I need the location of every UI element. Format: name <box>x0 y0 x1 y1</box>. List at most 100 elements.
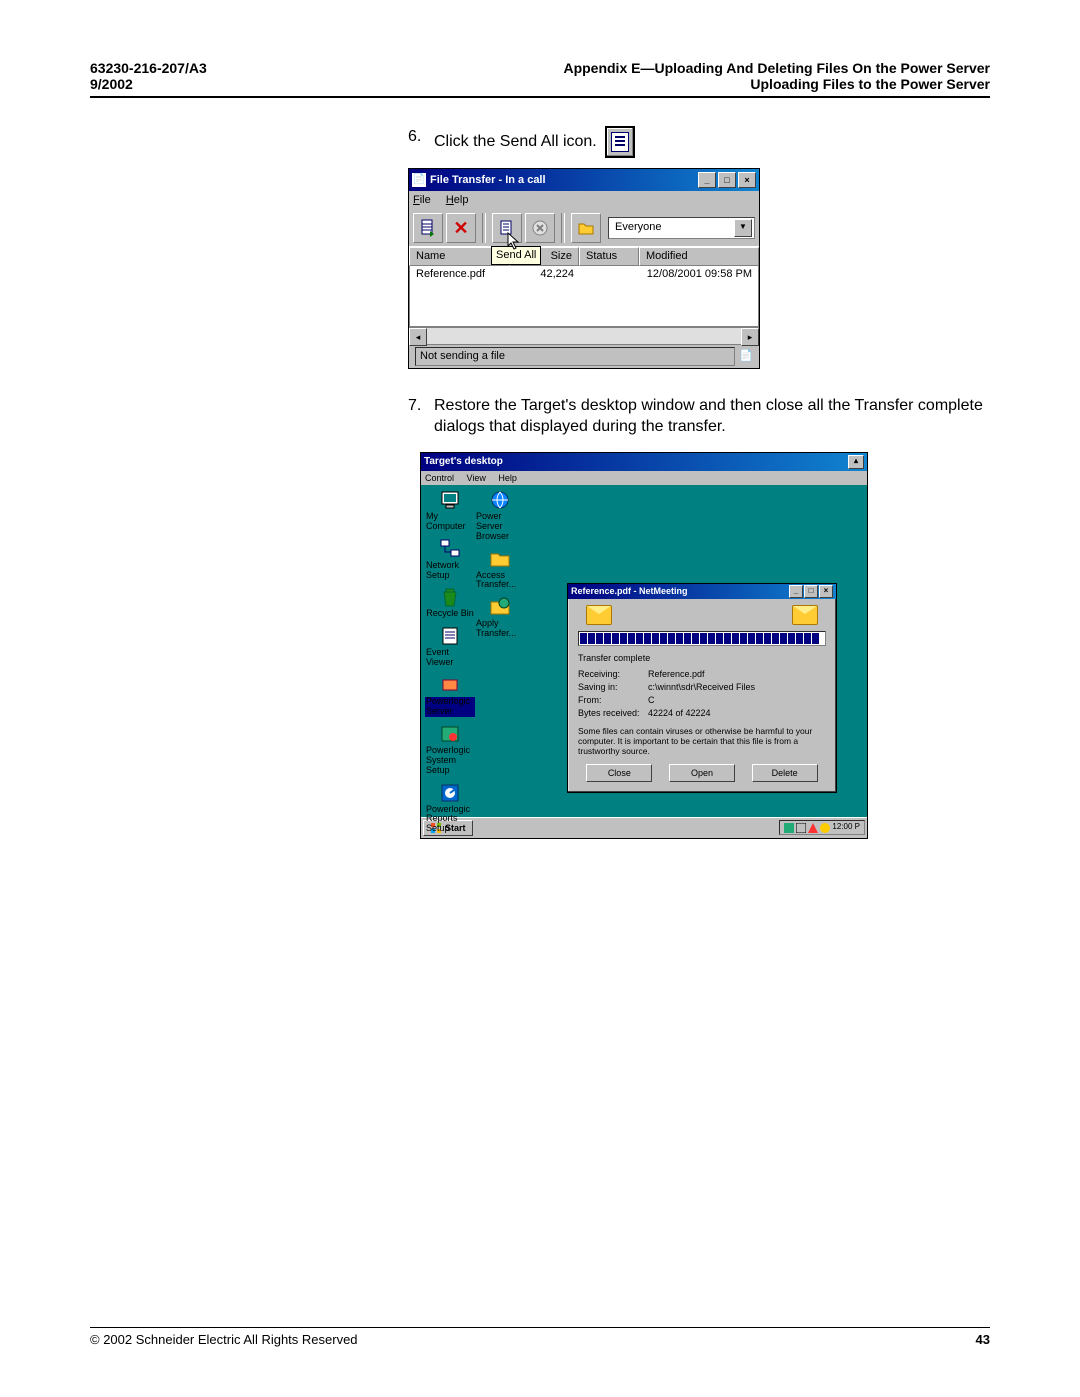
maximize-button[interactable]: □ <box>804 585 818 598</box>
close-button[interactable]: × <box>819 585 833 598</box>
page-number: 43 <box>976 1332 990 1347</box>
recipient-dropdown[interactable]: Everyone ▼ <box>608 217 755 239</box>
transfer-complete-label: Transfer complete <box>578 652 826 664</box>
server-icon <box>439 674 461 696</box>
target-desktop-window: Target's desktop ▴ Control View Help My … <box>420 452 868 839</box>
section-title: Uploading Files to the Power Server <box>563 76 990 92</box>
tray-icon <box>796 823 806 833</box>
icon-label: Network Setup <box>425 561 475 581</box>
remove-file-button[interactable]: ✕ <box>446 213 476 243</box>
menubar: File Help <box>409 191 759 210</box>
minimize-button[interactable]: _ <box>789 585 803 598</box>
icon-label: Event Viewer <box>425 648 475 668</box>
scroll-right-button[interactable]: ▸ <box>741 328 759 346</box>
event-icon <box>439 625 461 647</box>
dropdown-arrow-icon[interactable]: ▼ <box>734 219 752 237</box>
scroll-left-button[interactable]: ◂ <box>409 328 427 346</box>
page-footer: © 2002 Schneider Electric All Rights Res… <box>90 1327 990 1347</box>
tray-icon <box>820 823 830 833</box>
icon-label: Recycle Bin <box>425 609 475 619</box>
menu-help[interactable]: Help <box>446 194 469 206</box>
window-title: Target's desktop <box>424 455 848 469</box>
icon-label: Apply Transfer... <box>475 619 525 639</box>
close-button[interactable]: Close <box>586 764 652 782</box>
send-all-icon <box>605 126 635 158</box>
add-file-button[interactable] <box>413 213 443 243</box>
from-value: C <box>648 694 655 706</box>
from-label: From: <box>578 694 648 706</box>
page-header: 63230-216-207/A3 9/2002 Appendix E—Uploa… <box>90 60 990 98</box>
apply-icon <box>489 596 511 618</box>
copyright: © 2002 Schneider Electric All Rights Res… <box>90 1332 358 1347</box>
list-item[interactable]: Reference.pdf 42,224 12/08/2001 09:58 PM <box>410 266 758 283</box>
system-tray: 12:00 P <box>779 820 865 835</box>
stop-button[interactable] <box>525 213 555 243</box>
maximize-button[interactable]: □ <box>718 172 736 188</box>
dialog-title: Reference.pdf - NetMeeting <box>571 585 789 597</box>
computer-icon <box>439 489 461 511</box>
col-status[interactable]: Status <box>579 247 639 266</box>
icon-event-viewer[interactable]: Event Viewer <box>425 625 475 668</box>
titlebar: Reference.pdf - NetMeeting _ □ × <box>568 584 836 599</box>
menu-control[interactable]: Control <box>425 473 454 483</box>
desktop-area: My Computer Network Setup Recycle Bin Ev… <box>421 485 867 817</box>
restore-button[interactable]: ▴ <box>848 455 864 469</box>
icon-network-setup[interactable]: Network Setup <box>425 538 475 581</box>
icon-label: My Computer <box>425 512 475 532</box>
dropdown-value: Everyone <box>615 220 734 235</box>
recycle-icon <box>439 586 461 608</box>
icon-powerlogic-system-setup[interactable]: Powerlogic System Setup <box>425 723 475 776</box>
network-icon <box>439 538 461 560</box>
folder-icon <box>489 548 511 570</box>
icon-label: Powerlogic System Setup <box>425 746 475 776</box>
menu-help[interactable]: Help <box>498 473 517 483</box>
doc-number: 63230-216-207/A3 <box>90 60 207 76</box>
icon-apply-transfer[interactable]: Apply Transfer... <box>475 596 525 639</box>
icon-recycle-bin[interactable]: Recycle Bin <box>425 586 475 619</box>
icon-powerlogic-reports-setup[interactable]: Powerlogic Reports Setup <box>425 782 475 835</box>
window-title: File Transfer - In a call <box>430 173 698 188</box>
col-modified[interactable]: Modified <box>639 247 759 266</box>
icon-label: Powerlogic Server <box>425 697 475 717</box>
icon-label: Access Transfer... <box>475 571 525 591</box>
warning-text: Some files can contain viruses or otherw… <box>578 726 826 757</box>
taskbar: Start 12:00 P <box>421 817 867 838</box>
bytes-label: Bytes received: <box>578 707 648 719</box>
icon-label: Power Server Browser <box>475 512 525 542</box>
menu-view[interactable]: View <box>467 473 486 483</box>
clock: 12:00 P <box>832 822 860 833</box>
step-number: 7. <box>408 395 434 417</box>
window-icon: 📄 <box>412 173 426 187</box>
step-number: 6. <box>408 126 434 148</box>
step-6: 6. Click the Send All icon. <box>408 126 990 158</box>
send-all-button[interactable]: Send All <box>492 213 522 243</box>
cell-size: 42,224 <box>510 266 580 283</box>
reports-icon <box>439 782 461 804</box>
minimize-button[interactable]: _ <box>698 172 716 188</box>
tray-icon <box>808 823 818 833</box>
icon-power-server-browser[interactable]: Power Server Browser <box>475 489 525 542</box>
system-icon <box>439 723 461 745</box>
step-text: Click the Send All icon. <box>434 131 597 153</box>
tray-icon <box>784 823 794 833</box>
cell-name: Reference.pdf <box>410 266 510 283</box>
icon-powerlogic-server[interactable]: Powerlogic Server <box>425 674 475 717</box>
icon-label: Powerlogic Reports Setup <box>425 805 475 835</box>
delete-button[interactable]: Delete <box>752 764 818 782</box>
open-button[interactable]: Open <box>669 764 735 782</box>
titlebar: Target's desktop ▴ <box>421 453 867 471</box>
saving-value: c:\winnt\sdr\Received Files <box>648 681 755 693</box>
icon-access-transfer[interactable]: Access Transfer... <box>475 548 525 591</box>
titlebar: 📄 File Transfer - In a call _ □ × <box>409 169 759 191</box>
folder-button[interactable] <box>571 213 601 243</box>
status-icon: 📄 <box>739 349 753 364</box>
tooltip: Send All <box>491 246 541 265</box>
menu-file[interactable]: File <box>413 194 431 206</box>
scroll-track[interactable] <box>427 328 741 344</box>
scrollbar[interactable]: ◂ ▸ <box>409 327 759 344</box>
status-text: Not sending a file <box>415 347 735 366</box>
saving-label: Saving in: <box>578 681 648 693</box>
close-button[interactable]: × <box>738 172 756 188</box>
list-header: Name Size Status Modified <box>409 246 759 266</box>
icon-my-computer[interactable]: My Computer <box>425 489 475 532</box>
